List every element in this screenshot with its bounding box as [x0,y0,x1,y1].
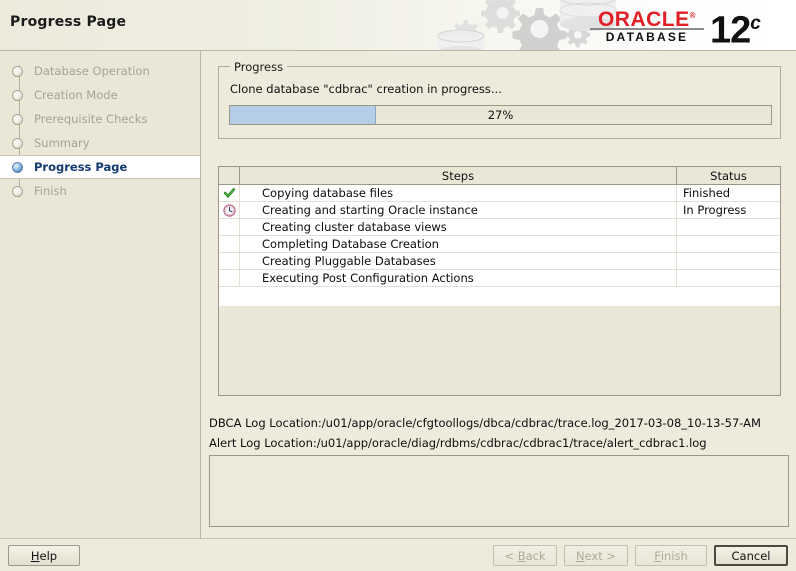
table-row[interactable]: Creating cluster database views [219,219,780,236]
next-button-label: ext > [585,549,616,563]
sidebar-item-label: Database Operation [34,64,150,78]
step-bullet-active-icon [12,162,23,173]
clock-icon [223,204,236,217]
main-content: Progress Clone database "cdbrac" creatio… [201,51,796,538]
back-button-label: < [504,549,517,563]
dbca-progress-window: Progress Page [0,0,796,570]
steps-table[interactable]: Steps Status Copying database files Fini… [218,166,781,396]
progress-bar: 27% [229,105,772,125]
row-status-icon-cell [219,219,240,235]
row-status-icon-cell [219,185,240,201]
table-row[interactable]: Completing Database Creation [219,236,780,253]
row-status-icon-cell [219,202,240,218]
step-status [677,253,780,269]
step-name: Creating Pluggable Databases [240,253,677,269]
step-status [677,270,780,286]
progress-group-box: Progress Clone database "cdbrac" creatio… [218,66,781,139]
sidebar-item-database-operation[interactable]: Database Operation [0,59,200,83]
step-status: Finished [677,185,780,201]
sidebar-item-label: Prerequisite Checks [34,112,147,126]
registered-trademark-icon: ® [690,11,696,20]
version-suffix: c [750,13,760,34]
steps-table-body: Copying database files Finished Creating… [219,185,780,306]
sidebar-item-creation-mode[interactable]: Creation Mode [0,83,200,107]
check-icon [223,187,236,199]
sidebar-item-progress-page[interactable]: Progress Page [0,155,200,179]
finish-button-mnemonic: F [654,549,661,563]
progress-group-title: Progress [230,60,287,74]
sidebar-item-label: Summary [34,136,90,150]
button-bar: Help < Back Next > Finish Cancel [0,538,796,571]
back-button[interactable]: < Back [493,545,557,566]
back-button-mnemonic: B [518,549,526,563]
sidebar-item-finish[interactable]: Finish [0,179,200,203]
progress-bar-percent-label: 27% [230,106,771,124]
column-header-icon[interactable] [219,167,240,184]
step-name: Creating and starting Oracle instance [240,202,677,218]
step-name: Creating cluster database views [240,219,677,235]
table-row[interactable]: Creating and starting Oracle instance In… [219,202,780,219]
alert-log-location: Alert Log Location:/u01/app/oracle/diag/… [209,436,707,450]
step-status: In Progress [677,202,780,218]
row-status-icon-cell [219,270,240,286]
table-row[interactable]: Executing Post Configuration Actions [219,270,780,287]
help-button-label: elp [40,549,58,563]
sidebar-item-label: Creation Mode [34,88,118,102]
next-button-mnemonic: N [576,549,585,563]
step-bullet-icon [12,114,23,125]
log-output-panel[interactable] [209,455,789,527]
table-row[interactable]: Creating Pluggable Databases [219,253,780,270]
finish-button-label: inish [661,549,688,563]
step-status [677,219,780,235]
help-button-mnemonic: H [31,549,40,563]
row-status-icon-cell [219,236,240,252]
step-name: Completing Database Creation [240,236,677,252]
finish-button[interactable]: Finish [635,545,707,566]
row-status-icon-cell [219,253,240,269]
step-bullet-icon [12,90,23,101]
column-header-status[interactable]: Status [677,167,780,184]
progress-status-text: Clone database "cdbrac" creation in prog… [230,82,502,96]
page-title: Progress Page [10,14,126,30]
step-bullet-icon [12,186,23,197]
step-name: Copying database files [240,185,677,201]
wizard-sidebar: Database Operation Creation Mode Prerequ… [0,51,201,538]
sidebar-item-label: Finish [34,184,67,198]
step-bullet-icon [12,138,23,149]
back-button-label-rest: ack [526,549,546,563]
steps-table-header: Steps Status [219,167,780,185]
steps-table-empty-area [219,306,780,395]
step-bullet-icon [12,66,23,77]
help-button[interactable]: Help [8,545,80,566]
version-number: 12 [710,10,750,51]
oracle-version: 12c [710,1,760,51]
step-name: Executing Post Configuration Actions [240,270,677,286]
cancel-button[interactable]: Cancel [714,545,788,566]
dbca-log-location: DBCA Log Location:/u01/app/oracle/cfgtoo… [209,416,761,430]
table-row[interactable]: Copying database files Finished [219,185,780,202]
window-header: Progress Page [0,0,796,51]
step-status [677,236,780,252]
sidebar-item-summary[interactable]: Summary [0,131,200,155]
oracle-logo: ORACLE® DATABASE 12c [588,2,788,50]
sidebar-item-prerequisite-checks[interactable]: Prerequisite Checks [0,107,200,131]
oracle-product-name: DATABASE [588,30,706,44]
sidebar-item-label: Progress Page [34,160,127,174]
column-header-steps[interactable]: Steps [240,167,677,184]
next-button[interactable]: Next > [564,545,628,566]
